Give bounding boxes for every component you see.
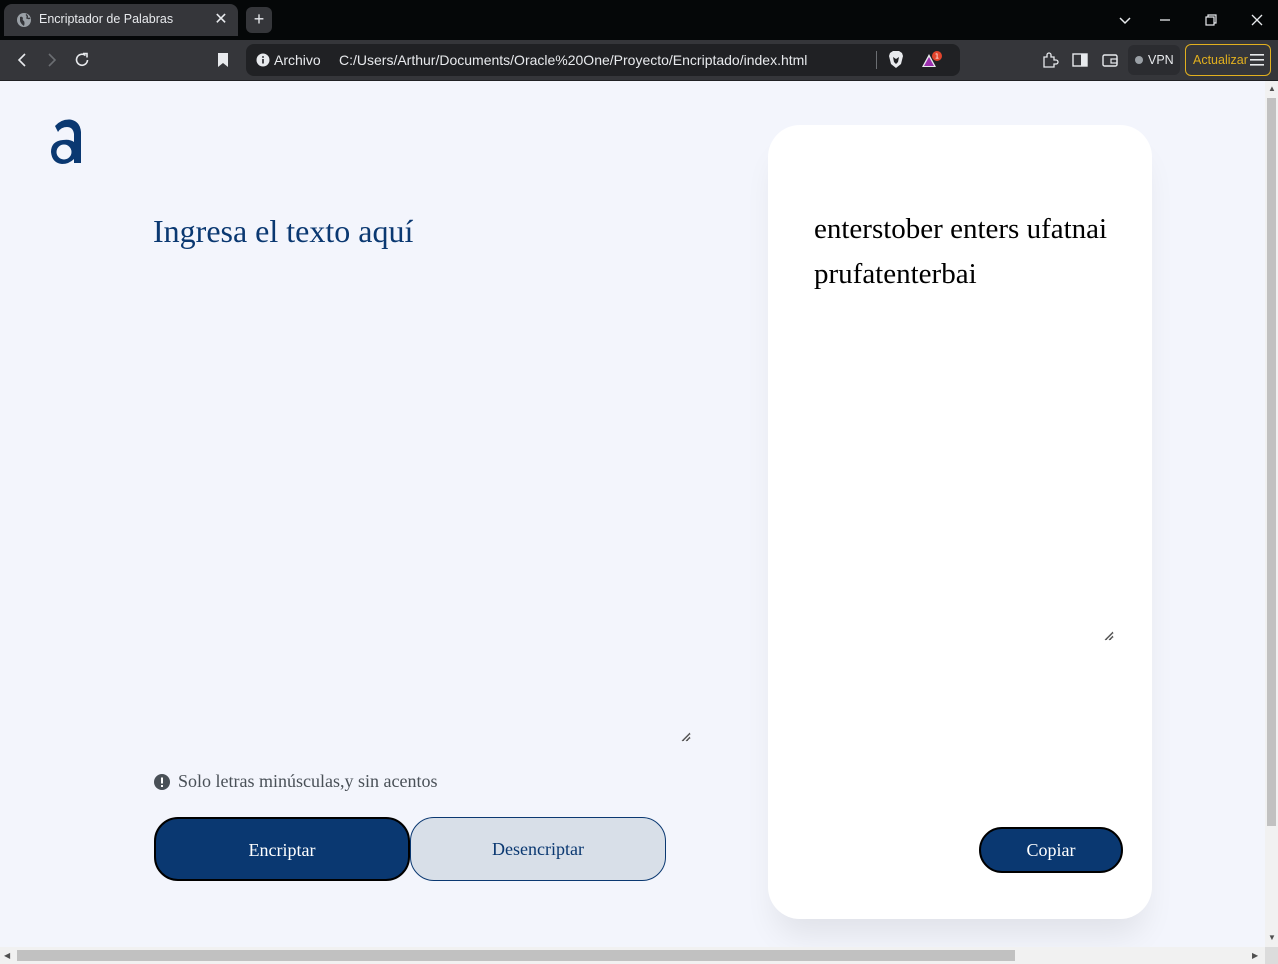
vertical-scroll-thumb[interactable]: [1267, 98, 1276, 826]
info-icon[interactable]: [256, 53, 270, 67]
address-url[interactable]: C:/Users/Arthur/Documents/Oracle%20One/P…: [339, 52, 807, 68]
back-icon[interactable]: [12, 50, 32, 70]
hint-text: Solo letras minúsculas,y sin acentos: [178, 771, 438, 791]
output-card: enterstober enters ufatnai prufatenterba…: [768, 125, 1152, 919]
scrollbar-corner: [1265, 947, 1278, 964]
encrypt-button[interactable]: Encriptar: [154, 817, 410, 881]
brave-rewards-icon[interactable]: 1: [920, 51, 944, 71]
vpn-label: VPN: [1148, 53, 1174, 67]
resize-handle-icon[interactable]: [681, 732, 691, 742]
wallet-icon[interactable]: [1100, 50, 1120, 70]
text-input[interactable]: [153, 213, 691, 742]
input-hint: Solo letras minúsculas,y sin acentos: [154, 771, 437, 792]
address-divider: [876, 51, 877, 69]
notification-count: 1: [935, 53, 939, 61]
address-scheme: Archivo: [274, 52, 321, 68]
restore-icon[interactable]: [1201, 10, 1221, 30]
alura-logo-icon: [51, 119, 81, 164]
new-tab-button[interactable]: +: [246, 7, 272, 33]
scroll-left-icon[interactable]: ◀: [4, 951, 10, 960]
horizontal-scrollbar[interactable]: ◀ ▶: [0, 947, 1265, 964]
close-window-icon[interactable]: [1247, 10, 1267, 30]
update-button[interactable]: Actualizar: [1185, 44, 1271, 76]
horizontal-scroll-thumb[interactable]: [17, 950, 1015, 961]
vpn-status-icon: [1135, 56, 1143, 64]
tab-title: Encriptador de Palabras: [39, 12, 174, 26]
resize-handle-icon[interactable]: [1104, 631, 1114, 641]
copy-button[interactable]: Copiar: [979, 827, 1123, 873]
browser-tab[interactable]: Encriptador de Palabras ✕: [4, 4, 238, 36]
sidebar-icon[interactable]: [1070, 50, 1090, 70]
bookmark-icon[interactable]: [213, 50, 233, 70]
page-viewport: Solo letras minúsculas,y sin acentos Enc…: [0, 81, 1265, 947]
vertical-scrollbar[interactable]: ▲ ▼: [1265, 81, 1278, 947]
alert-icon: [154, 773, 170, 790]
brave-shield-icon[interactable]: [887, 50, 905, 70]
browser-toolbar: Archivo C:/Users/Arthur/Documents/Oracle…: [0, 40, 1278, 81]
menu-icon: [1250, 54, 1264, 66]
scroll-right-icon[interactable]: ▶: [1252, 951, 1258, 960]
extensions-icon[interactable]: [1040, 50, 1060, 70]
chevron-down-icon[interactable]: [1115, 10, 1135, 30]
address-bar[interactable]: Archivo C:/Users/Arthur/Documents/Oracle…: [246, 44, 960, 76]
forward-icon[interactable]: [42, 50, 62, 70]
output-text[interactable]: enterstober enters ufatnai prufatenterba…: [814, 207, 1114, 641]
decrypt-button[interactable]: Desencriptar: [410, 817, 666, 881]
vpn-button[interactable]: VPN: [1128, 45, 1180, 75]
tab-strip: Encriptador de Palabras ✕ +: [0, 0, 1278, 40]
close-tab-icon[interactable]: ✕: [212, 11, 230, 29]
minimize-icon[interactable]: [1155, 10, 1175, 30]
update-label: Actualizar: [1193, 53, 1248, 67]
scroll-up-icon[interactable]: ▲: [1268, 84, 1276, 93]
scroll-down-icon[interactable]: ▼: [1268, 933, 1276, 942]
reload-icon[interactable]: [72, 50, 92, 70]
globe-icon: [17, 13, 31, 27]
